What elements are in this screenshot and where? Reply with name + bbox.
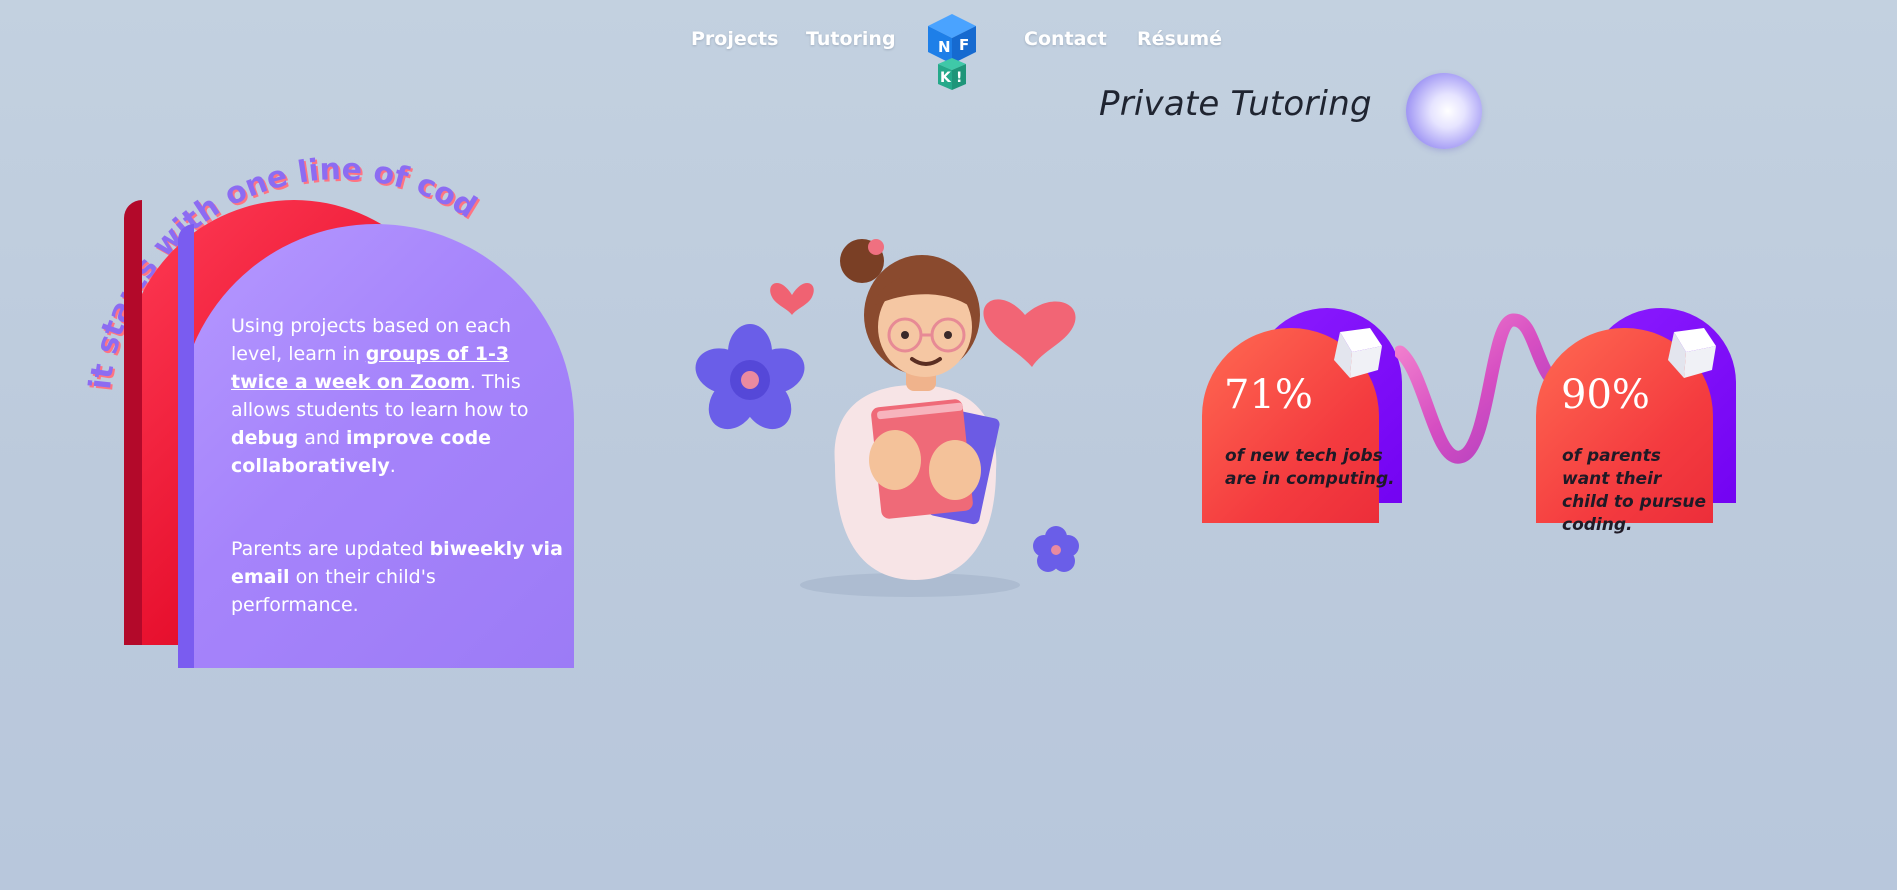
decorative-orb: [1406, 73, 1482, 149]
logo-blocks-icon: N F K !: [928, 14, 976, 90]
tutoring-description: Using projects based on each level, lear…: [231, 315, 529, 477]
nav-link-tutoring[interactable]: Tutoring: [806, 28, 896, 50]
small-flower-icon: [1033, 526, 1079, 572]
large-heart-icon: [983, 299, 1076, 367]
nav-link-projects[interactable]: Projects: [691, 28, 778, 50]
parent-updates-text: Parents are updated biweekly via email o…: [231, 538, 563, 616]
arch-card-back-edge: [124, 200, 142, 645]
arch-card-edge: [178, 224, 194, 668]
cube-icon: [1334, 328, 1382, 378]
cube-icon: [1668, 328, 1716, 378]
svg-text:K: K: [940, 70, 952, 86]
nav-link-contact[interactable]: Contact: [1024, 28, 1107, 50]
nav-link-resume[interactable]: Résumé: [1137, 28, 1222, 50]
heart-icon: [770, 282, 814, 315]
svg-text:N: N: [938, 38, 951, 56]
flower-icon: [695, 324, 805, 430]
stat-caption: of parents want their child to pursue co…: [1562, 446, 1707, 535]
svg-text:!: !: [956, 70, 962, 86]
svg-text:F: F: [959, 36, 969, 54]
tutor-character-illustration: [695, 239, 1079, 597]
stat-value: 90%: [1561, 372, 1650, 418]
page-title: Private Tutoring: [1099, 84, 1372, 124]
stat-value: 71%: [1224, 372, 1313, 418]
stat-caption: of new tech jobs are in computing.: [1225, 446, 1395, 489]
site-logo[interactable]: N F K !: [926, 12, 982, 90]
